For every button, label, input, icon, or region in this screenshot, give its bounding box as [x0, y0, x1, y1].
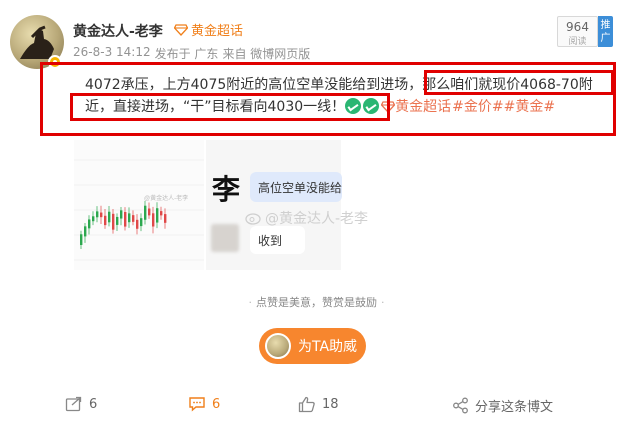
candle-body [100, 212, 103, 218]
reward-button[interactable]: 为TA助威 [259, 328, 366, 364]
candle-body [88, 219, 91, 229]
share-icon [453, 397, 468, 414]
chat-bubble: 高位空单没能给 [250, 172, 342, 202]
read-count: 964 [566, 20, 589, 34]
reward-avatar [265, 333, 291, 359]
share-post-label: 分享这条博文 [475, 400, 554, 415]
svg-text:@黄金达人-老李: @黄金达人-老李 [144, 194, 188, 202]
candle-body [96, 211, 99, 218]
super-topic-label: 黄金超话 [191, 24, 244, 39]
promote-button[interactable]: 推广 [598, 16, 613, 47]
candlestick-thumbnail: @黄金达人-老李 [74, 159, 204, 261]
share-post-button[interactable]: 分享这条博文 [452, 396, 553, 415]
candle-body [104, 215, 107, 226]
like-button[interactable]: 18 [298, 396, 339, 413]
chat-avatar-blurred [211, 224, 239, 252]
dots-left: · [248, 296, 253, 309]
candle-body [120, 210, 123, 219]
repost-button[interactable]: 6 [65, 396, 97, 412]
candle-body [108, 211, 111, 223]
annotation-box-target [70, 93, 390, 121]
like-count: 18 [322, 397, 339, 412]
read-count-box: 964 阅读 [557, 16, 598, 47]
weibo-logo-icon [245, 213, 261, 225]
post-timestamp[interactable]: 26-8-3 14:12 [73, 45, 151, 62]
candle-body [116, 216, 119, 225]
candle-body [128, 213, 131, 223]
super-topic-tag[interactable]: 黄金超话 [174, 20, 243, 39]
diamond-icon [174, 23, 188, 36]
candle-body [156, 208, 159, 223]
username[interactable]: 黄金达人-老李 [73, 21, 163, 41]
candle-body [80, 234, 83, 245]
comment-icon [189, 397, 205, 412]
repost-count: 6 [89, 396, 98, 412]
candle-body [160, 211, 163, 216]
candle-body [132, 215, 135, 222]
reward-button-label: 为TA助威 [298, 339, 358, 355]
post-location: 发布于 广东 [154, 47, 219, 61]
thumbs-up-icon [298, 396, 315, 413]
candle-body [84, 226, 87, 237]
chat-avatar-char: 李 [212, 173, 241, 206]
image-watermark: @黄金达人-老李 [245, 208, 368, 228]
reward-hint: · 点赞是美意，赞赏是鼓励 · [0, 294, 633, 310]
annotation-box-entry [424, 70, 614, 95]
repost-icon [65, 396, 82, 412]
read-label: 阅读 [568, 37, 587, 47]
candle-body [140, 218, 143, 227]
candle-body [112, 213, 115, 230]
chat-reply-bubble: 收到 [250, 226, 305, 254]
candle-body [148, 208, 151, 216]
candle-body [164, 214, 167, 223]
post-image-chart[interactable]: @黄金达人-老李 [74, 140, 204, 270]
comment-count: 6 [212, 396, 221, 412]
candle-body [152, 213, 155, 227]
post-source: 来自 微博网页版 [222, 47, 311, 61]
candle-body [124, 211, 127, 227]
comment-button[interactable]: 6 [188, 396, 220, 412]
dots-right: · [381, 296, 385, 309]
candle-body [92, 216, 95, 222]
watermark-text: @黄金达人-老李 [265, 211, 369, 227]
reward-hint-text: 点赞是美意，赞赏是鼓励 [256, 296, 377, 309]
candle-body [136, 219, 139, 229]
post-meta: 26-8-3 14:12 发布于 广东 来自 微博网页版 [73, 45, 310, 62]
candle-body [144, 205, 147, 220]
